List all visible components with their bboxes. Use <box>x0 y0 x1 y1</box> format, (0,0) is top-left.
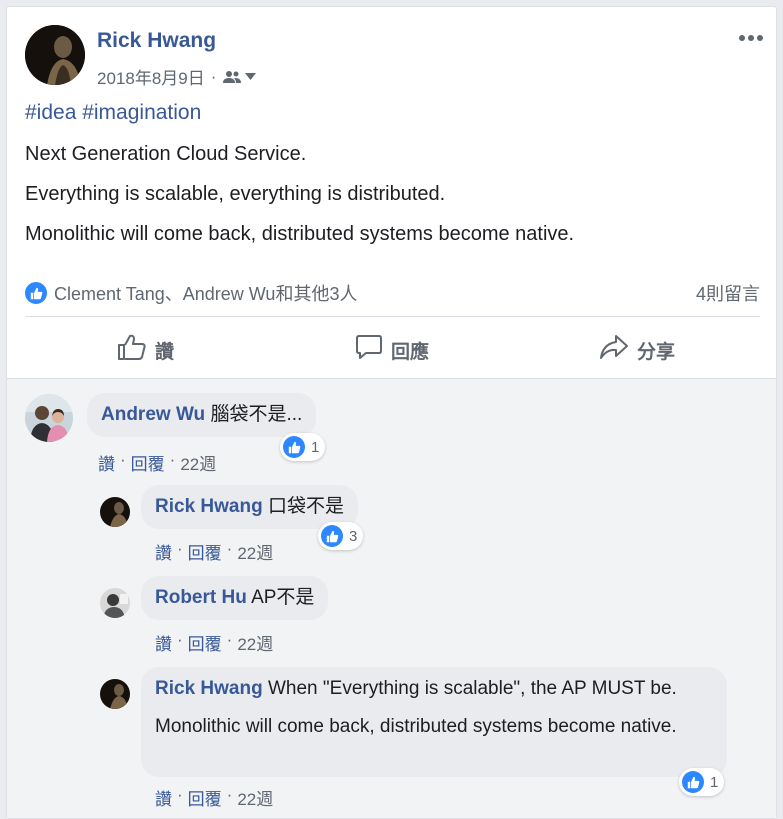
meta-separator: · <box>210 66 217 86</box>
like-label: 讚 <box>155 341 175 363</box>
author-avatar[interactable] <box>25 25 85 85</box>
separator: · <box>177 785 183 804</box>
post-line-1: Next Generation Cloud Service. <box>25 143 307 165</box>
comment-actions: 讚 · 回覆 · 22週 <box>155 630 273 655</box>
comment-like-link[interactable]: 讚 <box>155 539 172 564</box>
comment-reply-link[interactable]: 回覆 <box>188 630 222 655</box>
comment-author[interactable]: Rick Hwang <box>155 496 263 517</box>
reaction-count: 1 <box>311 438 320 456</box>
comment-reaction-count[interactable]: 1 <box>280 433 326 461</box>
comment-reply-link[interactable]: 回覆 <box>188 539 222 564</box>
comment-label: 回應 <box>391 341 430 363</box>
share-icon <box>599 334 629 366</box>
comment-reaction-count[interactable]: 3 <box>318 522 364 550</box>
comment-bubble: Robert Hu AP不是 <box>141 576 329 620</box>
comment-time[interactable]: 22週 <box>237 785 273 810</box>
comments-section: Andrew Wu 腦袋不是... 1 讚 · 回覆 · 22週 Rick Hw… <box>7 378 776 818</box>
separator: · <box>169 450 176 469</box>
comment-reply-link[interactable]: 回覆 <box>188 785 222 810</box>
reaction-count: 3 <box>349 527 358 545</box>
commenter-avatar[interactable] <box>100 679 130 709</box>
friends-audience-icon[interactable] <box>222 70 257 84</box>
divider <box>25 316 760 317</box>
like-reaction-icon <box>321 525 343 547</box>
comment-text: 口袋不是 <box>267 496 344 517</box>
separator: · <box>226 630 233 649</box>
more-icon[interactable] <box>737 29 767 47</box>
comment-actions: 讚 · 回覆 · 22週 <box>98 450 216 475</box>
commenter-avatar[interactable] <box>100 497 130 527</box>
comment-reply-link[interactable]: 回覆 <box>131 450 165 475</box>
like-reaction-icon[interactable] <box>25 282 47 304</box>
comment-like-link[interactable]: 讚 <box>155 630 172 655</box>
comment-time[interactable]: 22週 <box>237 539 273 564</box>
post-line-2: Everything is scalable, everything is di… <box>25 183 446 205</box>
comment-time[interactable]: 22週 <box>180 450 216 475</box>
comment-text: 腦袋不是... <box>210 404 303 425</box>
post-author-name[interactable]: Rick Hwang <box>97 29 216 53</box>
comment-actions: 讚 · 回覆 · 22週 <box>155 539 273 564</box>
comment-text: When "Everything is scalable", the AP MU… <box>267 678 677 699</box>
post-card: Rick Hwang 2018年8月9日 · #idea #imaginatio… <box>6 6 777 819</box>
comment-bubble: Andrew Wu 腦袋不是... <box>87 393 317 437</box>
comment-time[interactable]: 22週 <box>237 630 273 655</box>
comment-author[interactable]: Rick Hwang <box>155 678 263 699</box>
reaction-count: 1 <box>710 773 719 791</box>
like-reaction-icon <box>283 436 305 458</box>
comment-count[interactable]: 4則留言 <box>696 280 760 306</box>
share-button[interactable]: 分享 <box>599 333 675 367</box>
like-button[interactable]: 讚 <box>117 333 174 367</box>
post-meta: 2018年8月9日 · <box>97 64 257 89</box>
post-date[interactable]: 2018年8月9日 <box>97 64 205 89</box>
comment-like-link[interactable]: 讚 <box>155 785 172 810</box>
commenter-avatar[interactable] <box>100 588 130 618</box>
commenter-avatar[interactable] <box>25 394 73 442</box>
separator: · <box>226 785 233 804</box>
comment-button[interactable]: 回應 <box>355 333 429 367</box>
comment-icon <box>355 333 383 367</box>
comment-like-link[interactable]: 讚 <box>98 450 115 475</box>
like-reaction-icon <box>682 771 704 793</box>
comment-reaction-count[interactable]: 1 <box>679 768 725 796</box>
share-label: 分享 <box>637 341 676 363</box>
comment-text-paragraph: Monolithic will come back, distributed s… <box>155 716 677 737</box>
comment-text: AP不是 <box>251 587 315 608</box>
comment-actions: 讚 · 回覆 · 22週 <box>155 785 273 810</box>
post-line-3: Monolithic will come back, distributed s… <box>25 223 575 245</box>
comment-author[interactable]: Robert Hu <box>155 587 247 608</box>
separator: · <box>177 630 183 649</box>
likers-text[interactable]: Clement Tang、Andrew Wu和其他3人 <box>54 280 357 306</box>
like-icon <box>117 333 147 367</box>
separator: · <box>177 539 183 558</box>
separator: · <box>120 450 126 469</box>
comment-bubble: Rick Hwang When "Everything is scalable"… <box>141 667 727 777</box>
comment-author[interactable]: Andrew Wu <box>101 404 205 425</box>
separator: · <box>226 539 233 558</box>
post-hashtags[interactable]: #idea #imagination <box>25 101 201 125</box>
reactions-summary: Clement Tang、Andrew Wu和其他3人 4則留言 <box>25 278 760 308</box>
